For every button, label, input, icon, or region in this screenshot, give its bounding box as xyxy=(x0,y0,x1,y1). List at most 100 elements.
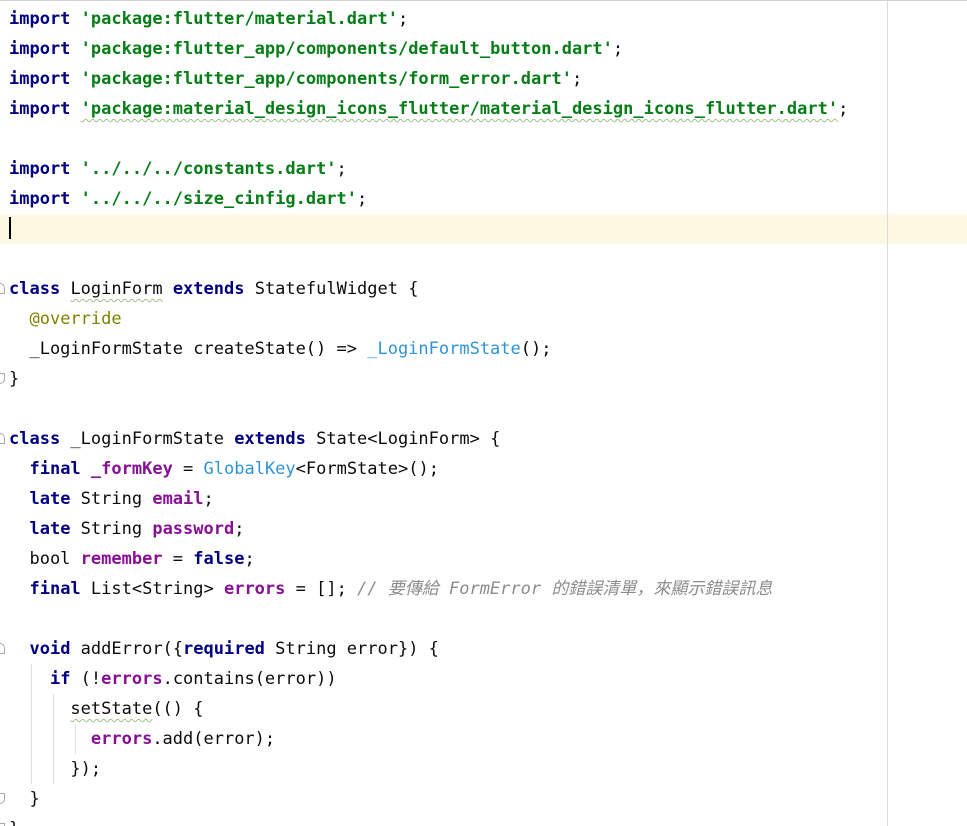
code-line-text: import 'package:material_design_icons_fl… xyxy=(9,94,848,124)
code-token: false xyxy=(193,549,245,569)
code-line[interactable]: errors.add(error); xyxy=(0,724,967,754)
code-line[interactable]: bool remember = false; xyxy=(0,544,967,574)
code-token: errors xyxy=(101,669,163,689)
code-token: ; xyxy=(234,519,245,539)
code-token: 'package:flutter_app/components/default_… xyxy=(80,39,613,59)
code-token: List<String> xyxy=(80,579,224,599)
code-line[interactable]: import '../../../size_cinfig.dart'; xyxy=(0,184,967,214)
code-token: ; xyxy=(397,9,409,29)
code-line[interactable]: } xyxy=(0,784,967,814)
code-token: bool xyxy=(9,549,81,569)
fold-marker-icon[interactable] xyxy=(0,283,5,294)
current-line[interactable] xyxy=(0,214,967,244)
code-token: _LoginFormState xyxy=(60,429,235,449)
code-line[interactable]: late String password; xyxy=(0,514,967,544)
code-line[interactable]: import 'package:flutter_app/components/d… xyxy=(0,34,967,64)
code-token: String xyxy=(70,519,153,539)
code-line[interactable] xyxy=(0,604,967,634)
code-line-text: import 'package:flutter_app/components/f… xyxy=(9,64,582,94)
code-token: if xyxy=(49,669,71,689)
code-token: setState xyxy=(70,699,153,719)
code-token: } xyxy=(9,789,40,809)
code-token: = xyxy=(172,459,204,479)
code-token: final xyxy=(29,459,81,479)
code-line[interactable]: } xyxy=(0,364,967,394)
code-line[interactable]: setState(() { xyxy=(0,694,967,724)
code-line-text: bool remember = false; xyxy=(9,544,254,574)
code-token: errors xyxy=(90,729,153,749)
code-line-text: setState(() { xyxy=(9,694,204,724)
code-line[interactable]: import 'package:flutter/material.dart'; xyxy=(0,4,967,34)
code-line[interactable]: } xyxy=(0,814,967,826)
code-line[interactable]: late String email; xyxy=(0,484,967,514)
code-token: (); xyxy=(520,339,552,359)
fold-marker-icon[interactable] xyxy=(0,373,5,384)
code-line[interactable] xyxy=(0,244,967,274)
fold-marker-icon[interactable] xyxy=(0,433,5,444)
code-line[interactable]: final _formKey = GlobalKey<FormState>(); xyxy=(0,454,967,484)
right-margin-guide xyxy=(887,1,888,826)
code-line[interactable] xyxy=(0,124,967,154)
code-line[interactable]: import 'package:flutter_app/components/f… xyxy=(0,64,967,94)
code-line-text: if (!errors.contains(error)) xyxy=(9,664,337,694)
code-line-text: class _LoginFormState extends State<Logi… xyxy=(9,424,500,454)
code-token: } xyxy=(9,369,20,389)
code-token: ; xyxy=(203,489,214,509)
code-token: (() { xyxy=(152,699,204,719)
code-token: }); xyxy=(9,759,102,779)
code-token: import xyxy=(9,39,71,59)
code-line-text: } xyxy=(9,364,19,394)
code-line-text: import '../../../size_cinfig.dart'; xyxy=(9,184,367,214)
code-line[interactable]: class _LoginFormState extends State<Logi… xyxy=(0,424,967,454)
code-token: <FormState>(); xyxy=(295,459,439,479)
code-line-text: import 'package:flutter_app/components/d… xyxy=(9,34,623,64)
code-token: 'package:material_design_icons_flutter/m… xyxy=(80,99,839,119)
code-line-text: _LoginFormState createState() => _LoginF… xyxy=(9,334,551,364)
code-token: import xyxy=(9,99,71,119)
fold-marker-icon[interactable] xyxy=(0,643,5,654)
code-token: ; xyxy=(838,99,849,119)
code-line-text: class LoginForm extends StatefulWidget { xyxy=(9,274,418,304)
code-token: ; xyxy=(612,39,624,59)
code-token: email xyxy=(152,489,204,509)
code-token: _LoginFormState createState() => xyxy=(9,339,368,359)
code-line[interactable]: final List<String> errors = []; // 要傳給 F… xyxy=(0,574,967,604)
code-token: 'package:flutter/material.dart' xyxy=(80,9,398,29)
code-token: import xyxy=(9,69,71,89)
code-line[interactable]: import '../../../constants.dart'; xyxy=(0,154,967,184)
code-token: late xyxy=(29,489,71,509)
code-line[interactable]: if (!errors.contains(error)) xyxy=(0,664,967,694)
code-line[interactable]: void addError({required String error}) { xyxy=(0,634,967,664)
code-token: void xyxy=(29,639,71,659)
code-line[interactable]: _LoginFormState createState() => _LoginF… xyxy=(0,334,967,364)
code-token: 'package:flutter_app/components/form_err… xyxy=(80,69,572,89)
code-line[interactable] xyxy=(0,394,967,424)
code-token: remember xyxy=(80,549,163,569)
code-token: _LoginFormState xyxy=(367,339,521,359)
code-editor[interactable]: import 'package:flutter/material.dart'; i… xyxy=(0,0,967,826)
code-line-text: final List<String> errors = []; // 要傳給 F… xyxy=(9,574,772,604)
code-line[interactable]: }); xyxy=(0,754,967,784)
code-line-text: errors.add(error); xyxy=(9,724,275,754)
code-token: addError({ xyxy=(70,639,184,659)
code-line-text: import 'package:flutter/material.dart'; xyxy=(9,4,408,34)
fold-marker-icon[interactable] xyxy=(0,793,5,804)
code-token: @override xyxy=(29,309,122,329)
code-line[interactable]: import 'package:material_design_icons_fl… xyxy=(0,94,967,124)
code-line[interactable]: class LoginForm extends StatefulWidget { xyxy=(0,274,967,304)
code-token: String error}) { xyxy=(264,639,439,659)
code-token: ; xyxy=(571,69,583,89)
code-line[interactable]: @override xyxy=(0,304,967,334)
